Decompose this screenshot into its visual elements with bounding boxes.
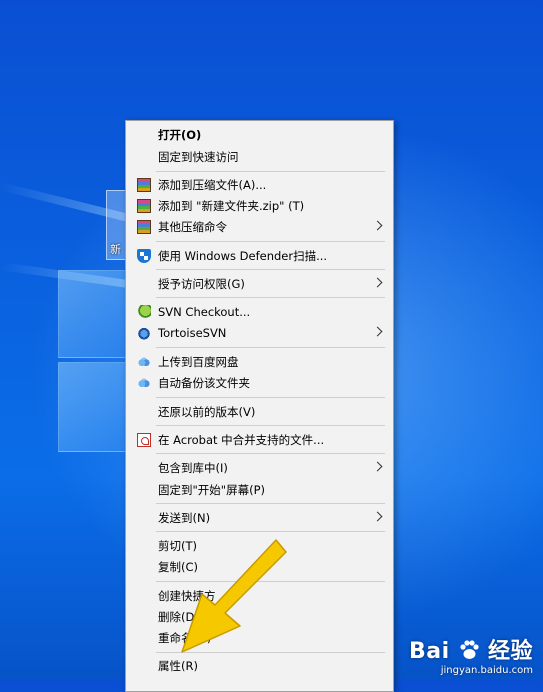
menu-item-acrobat-combine[interactable]: 在 Acrobat 中合并支持的文件... xyxy=(126,430,393,450)
menu-item-label: SVN Checkout... xyxy=(158,305,251,319)
baidu-netdisk-icon xyxy=(137,355,151,369)
menu-item-auto-backup[interactable]: 自动备份该文件夹 xyxy=(126,373,393,393)
winrar-icon xyxy=(137,220,151,234)
chevron-right-icon xyxy=(372,277,383,288)
menu-item-label: 授予访问权限(G) xyxy=(158,277,245,291)
menu-item-label: 复制(C) xyxy=(158,560,199,574)
windows-logo-pane-bottom xyxy=(58,362,130,452)
chevron-right-icon xyxy=(372,326,383,337)
winrar-icon xyxy=(137,199,151,213)
menu-item-defender-scan[interactable]: 使用 Windows Defender扫描... xyxy=(126,246,393,266)
menu-item-send-to[interactable]: 发送到(N) xyxy=(126,508,393,528)
menu-item-pin-start[interactable]: 固定到"开始"屏幕(P) xyxy=(126,480,393,500)
menu-item-include-library[interactable]: 包含到库中(I) xyxy=(126,458,393,478)
menu-item-rename[interactable]: 重命名(M) xyxy=(126,628,393,648)
menu-item-label: 自动备份该文件夹 xyxy=(158,376,250,390)
menu-item-label: 包含到库中(I) xyxy=(158,461,228,475)
menu-item-label: 固定到快速访问 xyxy=(158,150,239,164)
menu-item-add-to-archive[interactable]: 添加到压缩文件(A)... xyxy=(126,175,393,195)
menu-item-label: 还原以前的版本(V) xyxy=(158,405,256,419)
menu-item-label: 在 Acrobat 中合并支持的文件... xyxy=(158,433,325,447)
menu-separator xyxy=(156,347,385,348)
menu-item-restore-versions[interactable]: 还原以前的版本(V) xyxy=(126,402,393,422)
menu-item-label: 添加到 "新建文件夹.zip" (T) xyxy=(158,199,305,213)
menu-separator xyxy=(156,453,385,454)
menu-separator xyxy=(156,503,385,504)
menu-item-open[interactable]: 打开(O) xyxy=(126,125,393,145)
svn-checkout-icon xyxy=(137,305,151,319)
baidu-jingyan-watermark: Bai 经验 jingyan.baidu.com xyxy=(409,633,533,676)
menu-item-properties[interactable]: 属性(R) xyxy=(126,656,393,676)
windows-defender-shield-icon xyxy=(137,249,151,263)
menu-separator xyxy=(156,425,385,426)
baidu-paw-icon xyxy=(460,640,479,659)
menu-separator xyxy=(156,241,385,242)
menu-item-upload-baidu[interactable]: 上传到百度网盘 xyxy=(126,352,393,372)
winrar-icon xyxy=(137,178,151,192)
menu-item-label: 剪切(T) xyxy=(158,539,197,553)
chevron-right-icon xyxy=(372,220,383,231)
chevron-right-icon xyxy=(372,511,383,522)
menu-separator xyxy=(156,531,385,532)
menu-item-label: 创建快捷方 xyxy=(158,589,216,603)
menu-item-grant-access[interactable]: 授予访问权限(G) xyxy=(126,274,393,294)
menu-separator xyxy=(156,297,385,298)
menu-item-pin-quick-access[interactable]: 固定到快速访问 xyxy=(126,147,393,167)
watermark-brand-right: 经验 xyxy=(487,639,533,664)
menu-item-cut[interactable]: 剪切(T) xyxy=(126,536,393,556)
menu-item-delete[interactable]: 删除(D) xyxy=(126,607,393,627)
acrobat-icon xyxy=(137,433,151,447)
menu-item-other-compress[interactable]: 其他压缩命令 xyxy=(126,217,393,237)
menu-separator xyxy=(156,581,385,582)
watermark-brand-left: Bai xyxy=(408,639,450,664)
menu-item-label: 上传到百度网盘 xyxy=(158,355,239,369)
tortoisesvn-icon xyxy=(137,326,151,340)
menu-item-create-shortcut[interactable]: 创建快捷方 xyxy=(126,586,393,606)
menu-item-tortoisesvn[interactable]: TortoiseSVN xyxy=(126,323,393,343)
menu-item-label: 属性(R) xyxy=(158,659,198,673)
baidu-netdisk-icon xyxy=(137,376,151,390)
menu-separator xyxy=(156,397,385,398)
menu-item-svn-checkout[interactable]: SVN Checkout... xyxy=(126,302,393,322)
menu-item-label: 重命名(M) xyxy=(158,631,212,645)
menu-item-label: 发送到(N) xyxy=(158,511,211,525)
menu-item-label: TortoiseSVN xyxy=(158,326,227,340)
menu-item-copy[interactable]: 复制(C) xyxy=(126,557,393,577)
watermark-url: jingyan.baidu.com xyxy=(440,665,533,676)
menu-item-label: 固定到"开始"屏幕(P) xyxy=(158,483,265,497)
menu-item-label: 打开(O) xyxy=(158,128,202,142)
menu-separator xyxy=(156,171,385,172)
menu-item-label: 使用 Windows Defender扫描... xyxy=(158,249,328,263)
chevron-right-icon xyxy=(372,461,383,472)
menu-item-label: 删除(D) xyxy=(158,610,199,624)
menu-separator xyxy=(156,652,385,653)
menu-separator xyxy=(156,269,385,270)
context-menu: 打开(O) 固定到快速访问 添加到压缩文件(A)... 添加到 "新建文件夹.z… xyxy=(125,120,394,692)
menu-item-label: 添加到压缩文件(A)... xyxy=(158,178,267,192)
menu-item-label: 其他压缩命令 xyxy=(158,220,227,234)
menu-item-add-to-zip[interactable]: 添加到 "新建文件夹.zip" (T) xyxy=(126,196,393,216)
